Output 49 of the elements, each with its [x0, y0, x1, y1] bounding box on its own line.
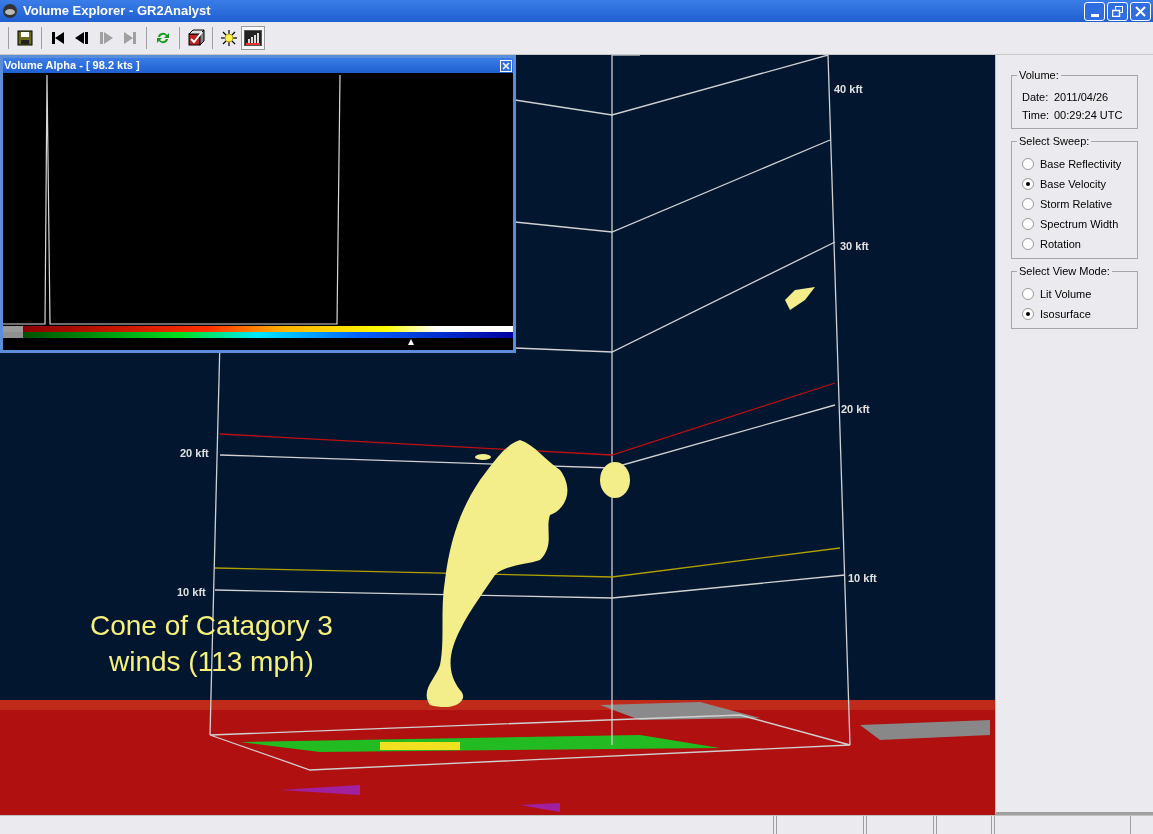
radio-label[interactable]: Rotation	[1040, 235, 1081, 253]
toolbar-button[interactable]	[241, 26, 265, 50]
close-icon	[1135, 5, 1146, 17]
restore-icon	[1112, 5, 1123, 17]
radio-label[interactable]: Spectrum Width	[1040, 215, 1119, 233]
height-label: 20 kft	[180, 447, 209, 459]
height-label: 30 kft	[840, 240, 869, 252]
alpha-window-title: Volume Alpha - [ 98.2 kts ]	[4, 58, 140, 74]
radio-label[interactable]: Lit Volume	[1040, 285, 1092, 303]
save-icon	[17, 30, 33, 46]
minimize-icon	[1090, 13, 1099, 17]
cube-check-icon	[187, 29, 205, 47]
radio-button[interactable]	[1022, 158, 1034, 170]
refresh-icon	[155, 30, 171, 46]
bar-chart-icon	[244, 30, 262, 46]
height-label: 40 kft	[834, 83, 863, 95]
height-label: 20 kft	[841, 403, 870, 415]
radio-button[interactable]	[1022, 178, 1034, 190]
radio-button[interactable]	[1022, 238, 1034, 250]
radio-button[interactable]	[1022, 218, 1034, 230]
radio-label[interactable]: Base Reflectivity	[1040, 155, 1122, 173]
info-label: Date:	[1022, 89, 1050, 105]
info-value: 2011/04/26	[1054, 89, 1109, 105]
minimize-button[interactable]	[1084, 1, 1105, 21]
radio-button[interactable]	[1022, 198, 1034, 210]
radio-label[interactable]: Storm Relative	[1040, 195, 1113, 213]
info-label: Time:	[1022, 107, 1051, 123]
height-label: 10 kft	[177, 586, 206, 598]
close-button[interactable]	[500, 59, 512, 72]
sun-icon	[220, 29, 238, 47]
close-icon	[502, 61, 510, 70]
restore-button[interactable]	[1107, 1, 1128, 21]
close-button[interactable]	[1130, 1, 1151, 21]
radio-label[interactable]: Base Velocity	[1040, 175, 1107, 193]
skip-back-icon	[50, 30, 66, 46]
radio-label[interactable]: Isosurface	[1040, 305, 1091, 323]
step-forward-icon	[98, 30, 114, 46]
radio-button[interactable]	[1022, 308, 1034, 320]
app-icon	[2, 3, 18, 19]
info-value: 00:29:24 UTC	[1054, 107, 1123, 123]
window-title: Volume Explorer - GR2Analyst	[23, 2, 211, 21]
radio-button[interactable]	[1022, 288, 1034, 300]
height-label: 10 kft	[848, 572, 877, 584]
skip-forward-icon	[122, 30, 138, 46]
group-title: Select Sweep:	[1017, 134, 1092, 148]
group-title: Select View Mode:	[1017, 264, 1112, 278]
group-title: Volume:	[1017, 68, 1061, 82]
step-back-icon	[74, 30, 90, 46]
slider-thumb-icon[interactable]	[408, 339, 414, 345]
